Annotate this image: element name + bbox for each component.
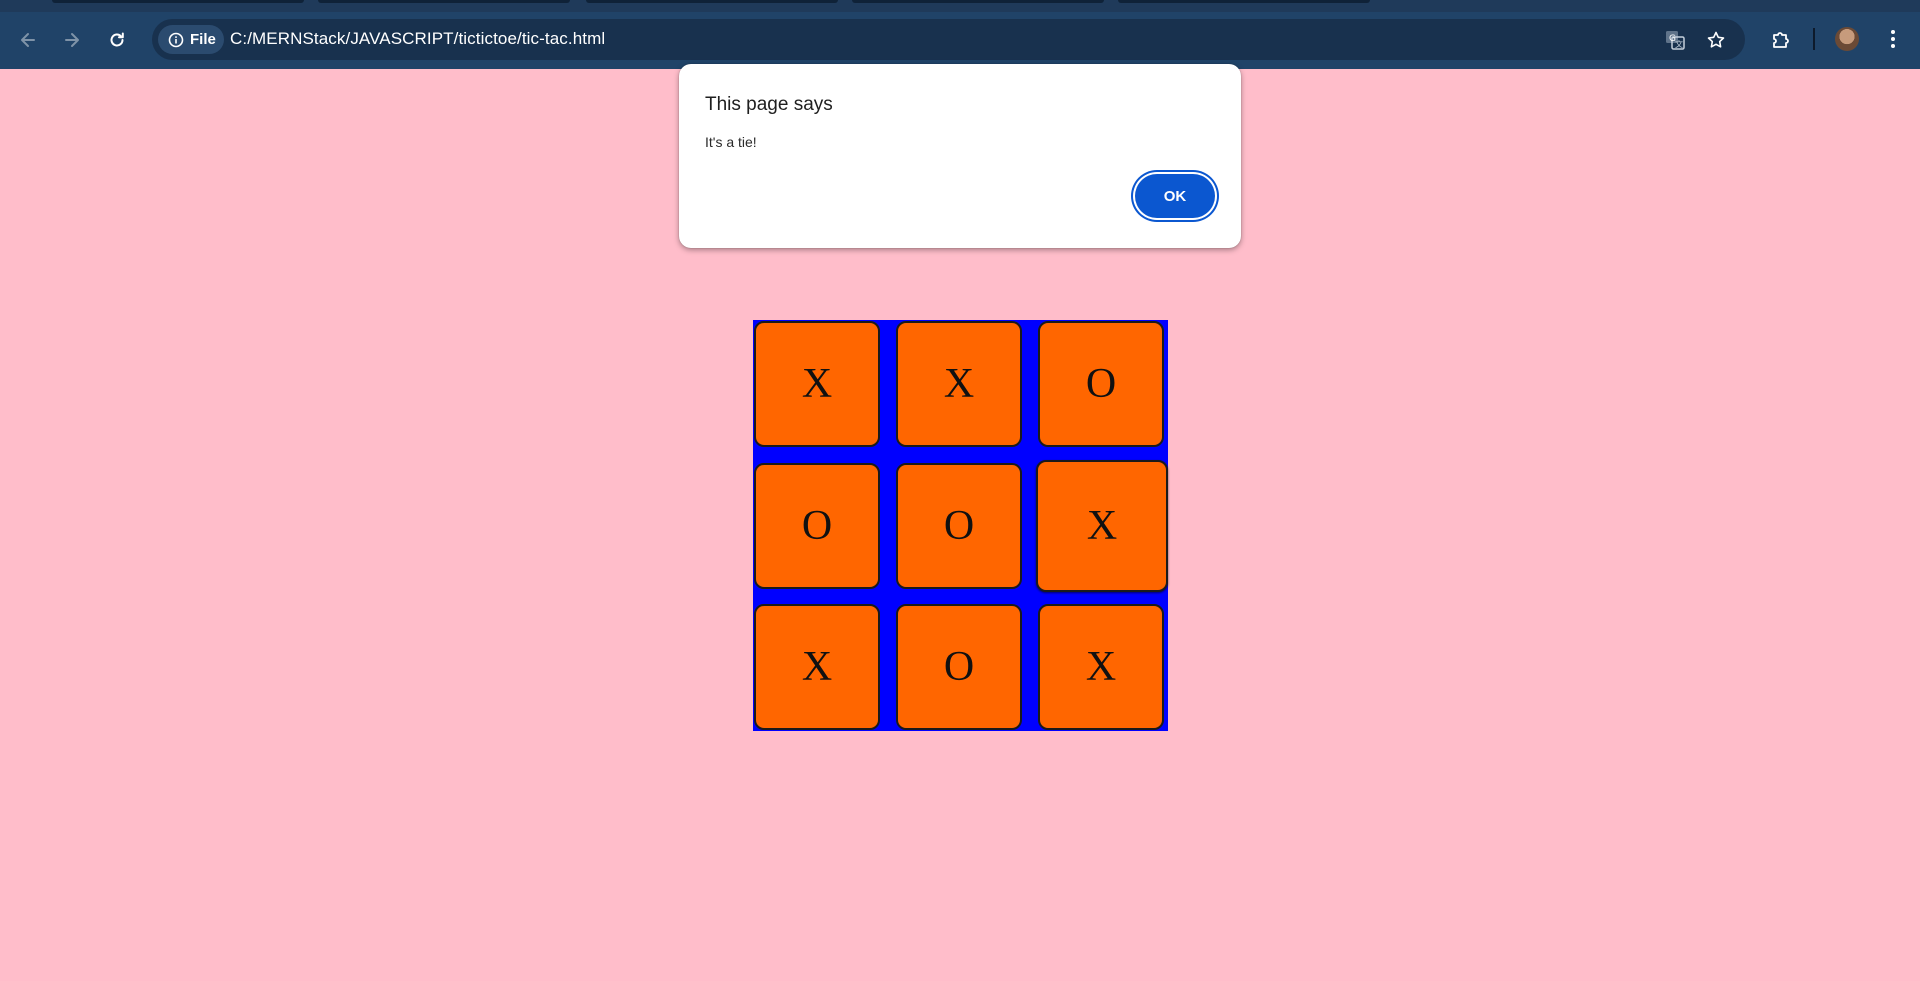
board-cell[interactable]: O <box>896 463 1022 589</box>
browser-tab[interactable] <box>1118 0 1370 3</box>
board-cell[interactable]: X <box>754 604 880 730</box>
reload-icon <box>110 32 124 47</box>
dialog-message: It's a tie! <box>705 134 757 150</box>
svg-text:文: 文 <box>1675 39 1683 49</box>
translate-button[interactable]: G 文 <box>1664 29 1686 51</box>
star-icon <box>1707 31 1725 48</box>
browser-tab[interactable] <box>52 0 304 3</box>
url-text[interactable]: C:/MERNStack/JAVASCRIPT/tictictoe/tic-ta… <box>230 29 605 49</box>
site-info-chip[interactable]: File <box>158 25 224 54</box>
forward-button[interactable] <box>58 26 86 54</box>
extensions-button[interactable] <box>1768 26 1794 52</box>
toolbar-separator <box>1813 28 1815 50</box>
board-cell[interactable]: O <box>896 604 1022 730</box>
ok-button[interactable]: OK <box>1135 174 1215 218</box>
site-chip-label: File <box>190 31 216 48</box>
browser-toolbar: File C:/MERNStack/JAVASCRIPT/tictictoe/t… <box>0 12 1920 69</box>
tab-strip <box>0 0 1920 12</box>
browser-tab[interactable] <box>318 0 570 3</box>
translate-icon: G 文 <box>1666 31 1685 50</box>
board-cell[interactable]: O <box>754 463 880 589</box>
reload-button[interactable] <box>103 26 131 54</box>
game-board: X X O O O X X O X <box>753 320 1168 731</box>
browser-tab[interactable] <box>852 0 1104 3</box>
board-cell[interactable]: X <box>1038 604 1164 730</box>
puzzle-icon <box>1773 32 1789 48</box>
address-bar[interactable]: File C:/MERNStack/JAVASCRIPT/tictictoe/t… <box>152 19 1745 60</box>
bookmark-button[interactable] <box>1705 29 1727 51</box>
avatar[interactable] <box>1835 27 1859 51</box>
browser-tab[interactable] <box>586 0 838 3</box>
back-button[interactable] <box>14 26 42 54</box>
board-cell[interactable]: O <box>1038 321 1164 447</box>
board-cell[interactable]: X <box>1036 460 1168 592</box>
alert-dialog: This page says It's a tie! OK <box>679 64 1241 248</box>
board-cell[interactable]: X <box>896 321 1022 447</box>
board-cell[interactable]: X <box>754 321 880 447</box>
arrow-right-icon <box>65 33 79 47</box>
arrow-left-icon <box>21 33 35 47</box>
kebab-menu-icon <box>1891 30 1895 48</box>
menu-button[interactable] <box>1880 26 1906 52</box>
dialog-title: This page says <box>705 94 833 115</box>
info-icon <box>168 32 184 47</box>
